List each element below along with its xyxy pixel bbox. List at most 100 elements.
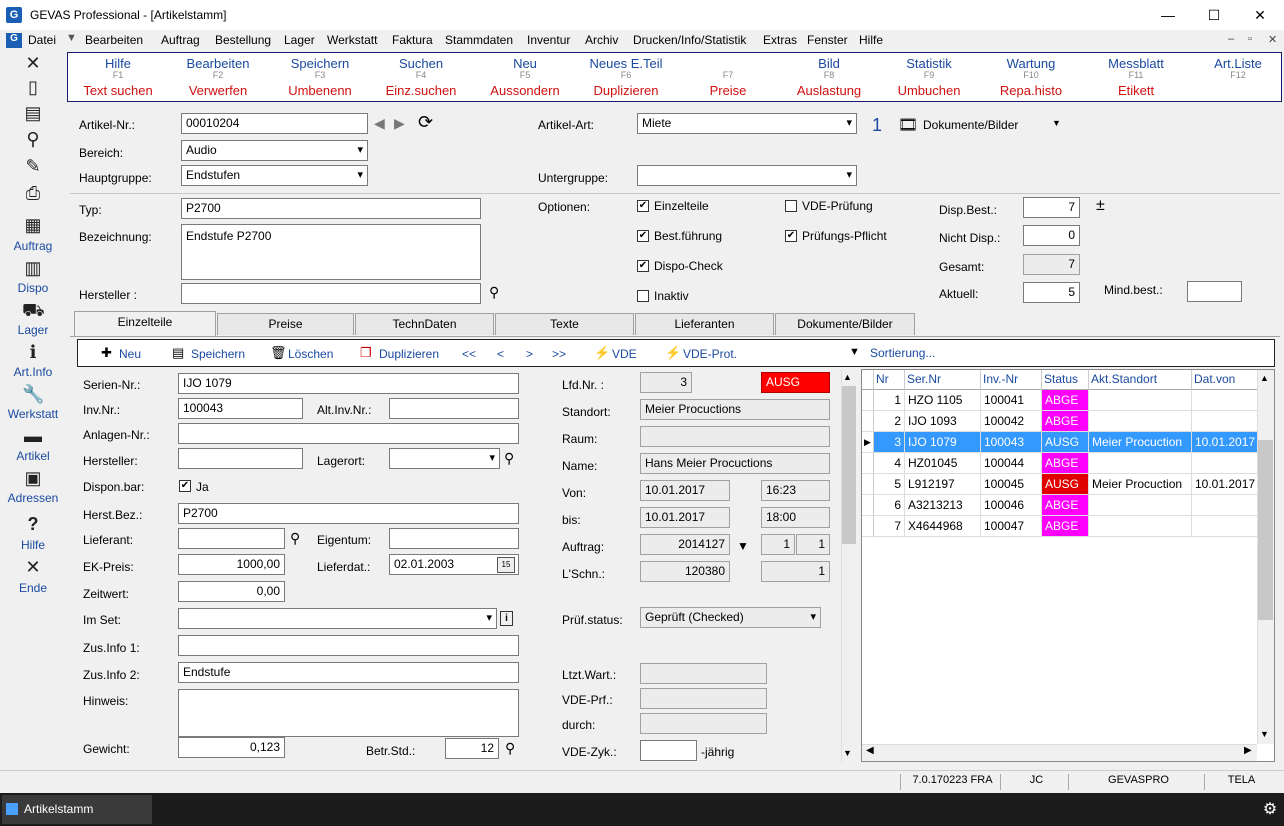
zeitwert-input[interactable]: 0,00 (178, 581, 285, 602)
vdeprot-button[interactable]: VDE-Prot. (683, 347, 737, 361)
grid-cell[interactable]: ABGE (1042, 453, 1089, 474)
scroll-down-icon[interactable]: ▼ (1260, 729, 1269, 739)
grid-cell[interactable] (1192, 495, 1258, 516)
herst-input[interactable] (178, 448, 303, 469)
grid-cell[interactable]: IJO 1093 (905, 411, 981, 432)
bez-textarea[interactable]: Endstufe P2700 (181, 224, 481, 280)
dispbest-input[interactable]: 7 (1023, 197, 1080, 218)
grid-cell[interactable]: 100044 (981, 453, 1042, 474)
fkey-f9-top[interactable]: Statistik (874, 56, 984, 71)
neu-button[interactable]: Neu (119, 347, 141, 361)
pflicht-checkbox[interactable]: ✔ (785, 230, 797, 242)
tab-techndaten[interactable]: TechnDaten (355, 313, 494, 335)
fkey-f3-bottom[interactable]: Umbenenn (265, 83, 375, 98)
row-selector[interactable] (862, 453, 874, 474)
fkey-f2-top[interactable]: Bearbeiten (163, 56, 273, 71)
info-icon[interactable]: ℹ (22, 341, 44, 363)
grid-cell[interactable]: 100046 (981, 495, 1042, 516)
grid-cell[interactable]: IJO 1079 (905, 432, 981, 453)
fkey-f8-bottom[interactable]: Auslastung (774, 83, 884, 98)
last-button[interactable]: >> (552, 347, 566, 361)
fkey-f11-bottom[interactable]: Etikett (1081, 83, 1191, 98)
eigentum-input[interactable] (389, 528, 519, 549)
menu-inventur[interactable]: Inventur (527, 33, 570, 47)
aktuell-input[interactable]: 5 (1023, 282, 1080, 303)
invnr-input[interactable]: 100043 (178, 398, 303, 419)
calendar-icon[interactable]: 15 (497, 557, 515, 573)
menu-lager[interactable]: Lager (284, 33, 315, 47)
grid-cell[interactable]: 100041 (981, 390, 1042, 411)
grid-hscrollbar[interactable] (862, 744, 1257, 761)
row-selector[interactable] (862, 495, 874, 516)
speichern-button[interactable]: Speichern (191, 347, 245, 361)
fkey-f7-bottom[interactable]: Preise (673, 83, 783, 98)
grid-cell[interactable]: 100043 (981, 432, 1042, 453)
prev-button[interactable]: < (497, 347, 504, 361)
truck-icon[interactable]: ⛟ (22, 299, 45, 321)
seriennr-input[interactable]: IJO 1079 (178, 373, 519, 394)
save-icon[interactable]: ▤ (22, 102, 44, 124)
grid-cell[interactable]: 100045 (981, 474, 1042, 495)
toolbar-auftrag[interactable]: Auftrag (2, 239, 64, 253)
menu-bestellung[interactable]: Bestellung (215, 33, 271, 47)
menu-drucken[interactable]: Drucken/Info/Statistik (633, 33, 746, 47)
toolbar-hilfe[interactable]: Hilfe (2, 538, 64, 552)
row-selector[interactable] (862, 390, 874, 411)
scroll-up-icon[interactable]: ▲ (843, 372, 852, 382)
search-icon[interactable]: ⚲ (505, 740, 515, 757)
vde-button[interactable]: VDE (612, 347, 637, 361)
toolbar-dispo[interactable]: Dispo (2, 281, 64, 295)
grid-cell[interactable] (1089, 411, 1192, 432)
menu-fenster[interactable]: Fenster (807, 33, 848, 47)
maximize-button[interactable]: ☐ (1191, 0, 1237, 30)
grid-header-5[interactable]: Dat.von (1192, 370, 1258, 390)
menu-hilfe[interactable]: Hilfe (859, 33, 883, 47)
grid-cell[interactable]: 7 (874, 516, 905, 537)
form-scroll-thumb[interactable] (842, 386, 856, 544)
first-button[interactable]: << (462, 347, 476, 361)
artart-select[interactable]: Miete (637, 113, 857, 134)
zus2-input[interactable]: Endstufe (178, 662, 519, 683)
fkey-f9-bottom[interactable]: Umbuchen (874, 83, 984, 98)
grid-cell[interactable] (1192, 390, 1258, 411)
fkey-f1-top[interactable]: Hilfe (63, 56, 173, 71)
prev-arrow-icon[interactable]: ◀ (374, 115, 385, 132)
mindbest-input[interactable] (1187, 281, 1242, 302)
dispon-checkbox[interactable]: ✔ (179, 480, 191, 492)
search-icon[interactable]: ⚲ (489, 284, 499, 301)
bereich-select[interactable]: Audio (181, 140, 368, 161)
scroll-left-icon[interactable]: ◀ (866, 745, 874, 756)
menu-stammdaten[interactable]: Stammdaten (445, 33, 513, 47)
grid-header-2[interactable]: Inv.-Nr (981, 370, 1042, 390)
altinv-input[interactable] (389, 398, 519, 419)
next-button[interactable]: > (526, 347, 533, 361)
grid-cell[interactable] (1192, 411, 1258, 432)
dispocheck-checkbox[interactable]: ✔ (637, 260, 649, 272)
search-icon[interactable]: ⚲ (22, 128, 44, 150)
grid-header-0[interactable]: Nr (874, 370, 905, 390)
row-pointer-icon[interactable]: ▶ (862, 432, 874, 453)
einzelteile-checkbox[interactable]: ✔ (637, 200, 649, 212)
new-doc-icon[interactable]: ▯ (22, 76, 44, 98)
grid-cell[interactable] (1089, 495, 1192, 516)
fkey-f4-top[interactable]: Suchen (366, 56, 476, 71)
lagerort-select[interactable] (389, 448, 500, 469)
grid-cell[interactable] (1089, 453, 1192, 474)
toolbar-artinfo[interactable]: Art.Info (2, 365, 64, 379)
dokumente-dropdown[interactable]: Dokumente/Bilder (923, 118, 1018, 132)
search-icon[interactable]: ⚲ (504, 450, 514, 467)
grid-cell[interactable]: 10.01.2017 (1192, 474, 1258, 495)
toolbar-lager[interactable]: Lager (2, 323, 64, 337)
grid-cell[interactable]: ABGE (1042, 495, 1089, 516)
auftrag-icon[interactable]: ▦ (22, 214, 44, 236)
tab-dokumente[interactable]: Dokumente/Bilder (775, 313, 915, 335)
scroll-up-icon[interactable]: ▲ (1260, 373, 1269, 383)
sortierung-button[interactable]: Sortierung... (870, 346, 935, 360)
triangle-down-icon[interactable]: ▼ (66, 32, 77, 44)
grid-cell[interactable]: ABGE (1042, 516, 1089, 537)
grid-cell[interactable]: Meier Procuction (1089, 432, 1192, 453)
vdezyk-input[interactable] (640, 740, 697, 761)
bestfuehrung-checkbox[interactable]: ✔ (637, 230, 649, 242)
menu-faktura[interactable]: Faktura (392, 33, 433, 47)
grid-cell[interactable]: 1 (874, 390, 905, 411)
